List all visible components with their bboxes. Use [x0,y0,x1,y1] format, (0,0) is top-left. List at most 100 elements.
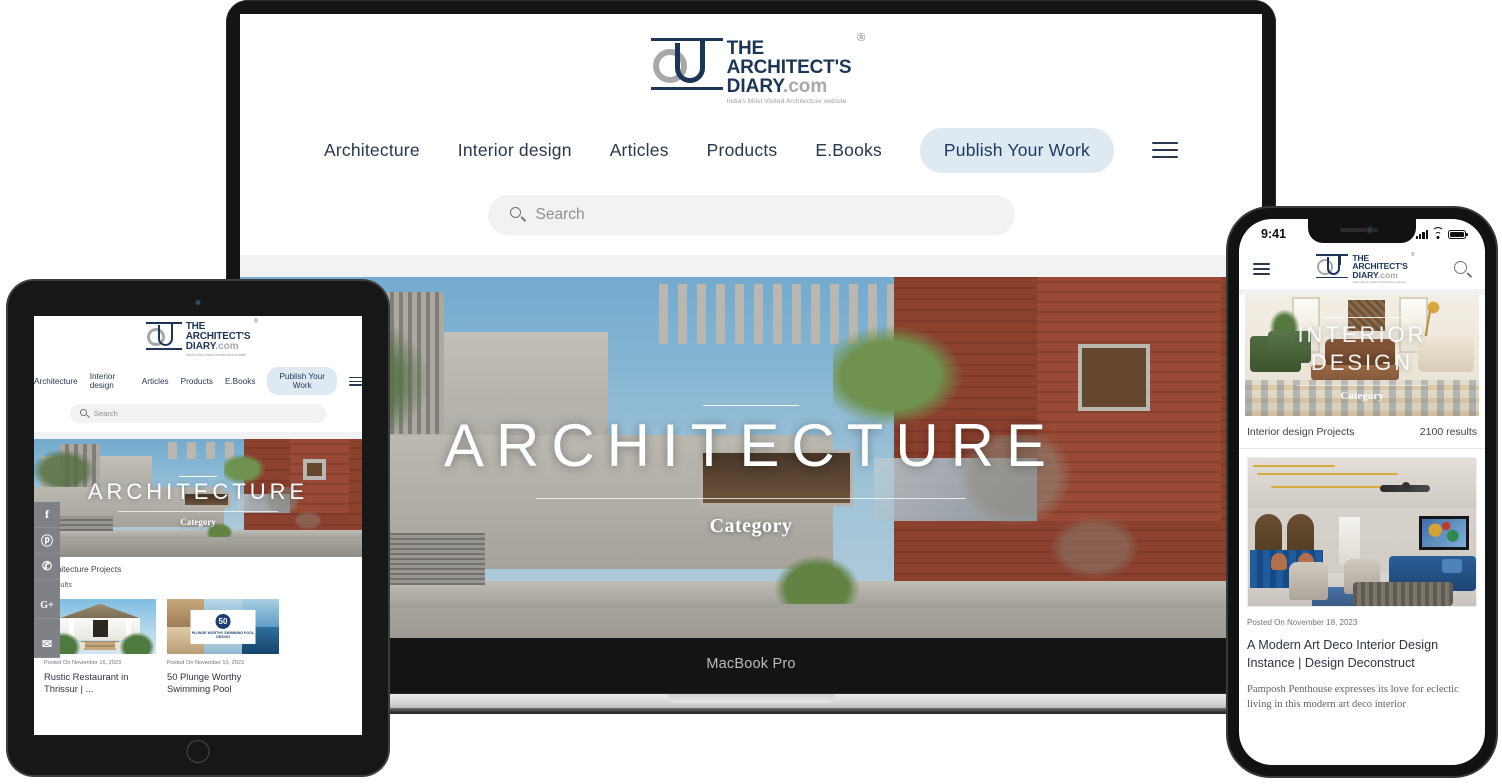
tablet-screen: THE ARCHITECT'S DIARY.com India's Most V… [34,316,362,735]
desktop-navbar: Architecture Interior design Articles Pr… [240,127,1262,179]
whatsapp-icon[interactable]: ✆ [34,554,60,580]
registered-mark-icon: ® [253,319,259,325]
hero-rule-top [179,476,217,478]
tablet-home-button[interactable] [186,740,210,763]
desktop-header: THE ARCHITECT'S DIARY.com India's Most V… [240,14,1262,255]
hero-banner-architecture: ARCHITECTURE Category [240,276,1262,638]
nav-item-articles[interactable]: Articles [610,140,669,161]
nav-item-architecture[interactable]: Architecture [324,140,420,161]
hamburger-icon[interactable] [349,376,362,386]
email-icon[interactable]: ✉ [34,632,60,658]
phone-screen: 9:41 THE ARCHITECT'S DIARY.com India's M… [1239,219,1485,765]
registered-mark-icon: ® [1410,251,1415,258]
logo-line-3: DIARY.com [726,76,828,97]
logo-tagline: India's Most Visited Architecture websit… [726,98,847,105]
logo-mark-icon [1316,253,1349,279]
search-placeholder: Search [94,409,118,419]
hero-banner-architecture: ARCHITECTURE Category [34,439,362,558]
logo-mark-icon [650,38,723,90]
tablet-site-logo[interactable]: THE ARCHITECT'S DIARY.com India's Most V… [145,319,258,357]
list-item[interactable]: 50 PLUNGE WORTHY SWIMMING POOL DESIGN Po… [167,599,279,695]
pool-collage-badge: 50 PLUNGE WORTHY SWIMMING POOL DESIGN [190,609,256,644]
section-divider [34,432,362,440]
tablet-results-header: Architecture Projects 0 results [34,557,362,594]
facebook-icon[interactable]: f [34,502,60,528]
hero-rule-bottom [1297,385,1427,386]
registered-mark-icon: ® [857,32,866,44]
list-item[interactable]: Posted On November 18, 2023 A Modern Art… [1239,449,1485,713]
phone-mockup: 9:41 THE ARCHITECT'S DIARY.com India's M… [1228,208,1496,776]
wifi-icon [1432,226,1444,239]
phone-results-header: Interior design Projects 2100 results [1239,416,1485,449]
hero-rule-top [703,404,799,406]
nav-item-ebooks[interactable]: E.Books [815,140,882,161]
hamburger-icon[interactable] [1152,141,1178,159]
card-date: Posted On November 10, 2023 [167,660,245,667]
logo-tagline: India's Most Visited Architecture websit… [1352,280,1406,285]
tablet-header: THE ARCHITECT'S DIARY.com India's Most V… [34,316,362,433]
phone-camera-icon [1365,226,1374,234]
card-title[interactable]: Rustic Restaurant in Thrissur | ... [44,671,156,695]
logo-line-2: ARCHITECT'S [726,57,852,78]
publish-your-work-button[interactable]: Publish Your Work [919,127,1114,173]
hero-rule-bottom [536,497,966,499]
hero-subtitle: Category [180,517,216,528]
social-share-rail: f ⓟ ✆ G+ ✉ [34,502,60,658]
logo-line-1: THE [726,38,765,59]
section-divider [240,254,1262,277]
desktop-screen: THE ARCHITECT'S DIARY.com India's Most V… [240,14,1262,638]
card-thumbnail-rustic-restaurant[interactable] [44,599,156,655]
googleplus-icon[interactable]: G+ [34,593,60,619]
hero-rule-top [1322,317,1402,318]
phone-navbar: THE ARCHITECT'S DIARY.com India's Most V… [1239,249,1485,289]
tablet-camera-icon [195,300,201,305]
card-title[interactable]: A Modern Art Deco Interior Design Instan… [1247,636,1477,673]
nav-item-products[interactable]: Products [181,377,213,386]
hero-title: INTERIOR DESIGN [1297,322,1427,375]
nav-item-products[interactable]: Products [707,140,778,161]
hero-rule-bottom [118,511,278,513]
hero-subtitle: Category [1340,390,1384,402]
nav-item-interior-design[interactable]: Interior design [90,372,130,390]
site-logo[interactable]: THE ARCHITECT'S DIARY.com India's Most V… [650,32,865,106]
search-bar[interactable]: Search [70,404,326,424]
tablet-navbar: Architecture Interior design Articles Pr… [34,367,362,396]
nav-item-articles[interactable]: Articles [142,377,169,386]
logo-mark-icon [145,322,182,350]
tablet-card-list: Posted On November 16, 2023 Rustic Resta… [34,593,362,695]
tablet-mockup: THE ARCHITECT'S DIARY.com India's Most V… [8,281,388,775]
logo-tagline: India's Most Visited Architecture websit… [185,353,247,357]
hero-title: ARCHITECTURE [87,479,309,505]
logo-line-3: DIARY.com [1352,270,1398,281]
phone-site-logo[interactable]: THE ARCHITECT'S DIARY.com India's Most V… [1316,252,1415,285]
nav-item-architecture[interactable]: Architecture [34,377,78,386]
mockup-stage: THE ARCHITECT'S DIARY.com India's Most V… [0,0,1502,784]
macbook-notch [667,694,835,703]
results-label: Architecture Projects [44,564,122,575]
hamburger-icon[interactable] [1253,263,1270,275]
logo-line-3: DIARY.com [185,341,239,352]
results-label: Interior design Projects [1247,426,1355,438]
hero-title: ARCHITECTURE [443,411,1058,479]
search-placeholder: Search [535,205,585,223]
card-date: Posted On November 16, 2023 [44,660,122,667]
card-thumbnail-swimming-pool[interactable]: 50 PLUNGE WORTHY SWIMMING POOL DESIGN [167,599,279,655]
results-count: 0 results [44,580,72,590]
hero-subtitle: Category [709,514,793,537]
nav-item-ebooks[interactable]: E.Books [225,377,256,386]
search-icon[interactable] [1453,260,1473,278]
results-count: 2100 results [1419,426,1477,438]
publish-your-work-button[interactable]: Publish Your Work [267,367,337,396]
status-time: 9:41 [1261,227,1287,241]
search-icon [509,207,526,222]
battery-icon [1448,229,1468,239]
badge-number: 50 [215,613,231,629]
hero-banner-interior-design: INTERIOR DESIGN Category [1245,295,1479,416]
search-bar[interactable]: Search [487,194,1015,235]
pinterest-icon[interactable]: ⓟ [34,528,60,554]
badge-text: PLUNGE WORTHY SWIMMING POOL DESIGN [191,630,255,640]
card-thumbnail-art-deco-penthouse[interactable] [1247,457,1477,607]
card-title[interactable]: 50 Plunge Worthy Swimming Pool [167,671,279,695]
nav-item-interior-design[interactable]: Interior design [458,140,572,161]
list-item[interactable]: Posted On November 16, 2023 Rustic Resta… [44,599,156,695]
